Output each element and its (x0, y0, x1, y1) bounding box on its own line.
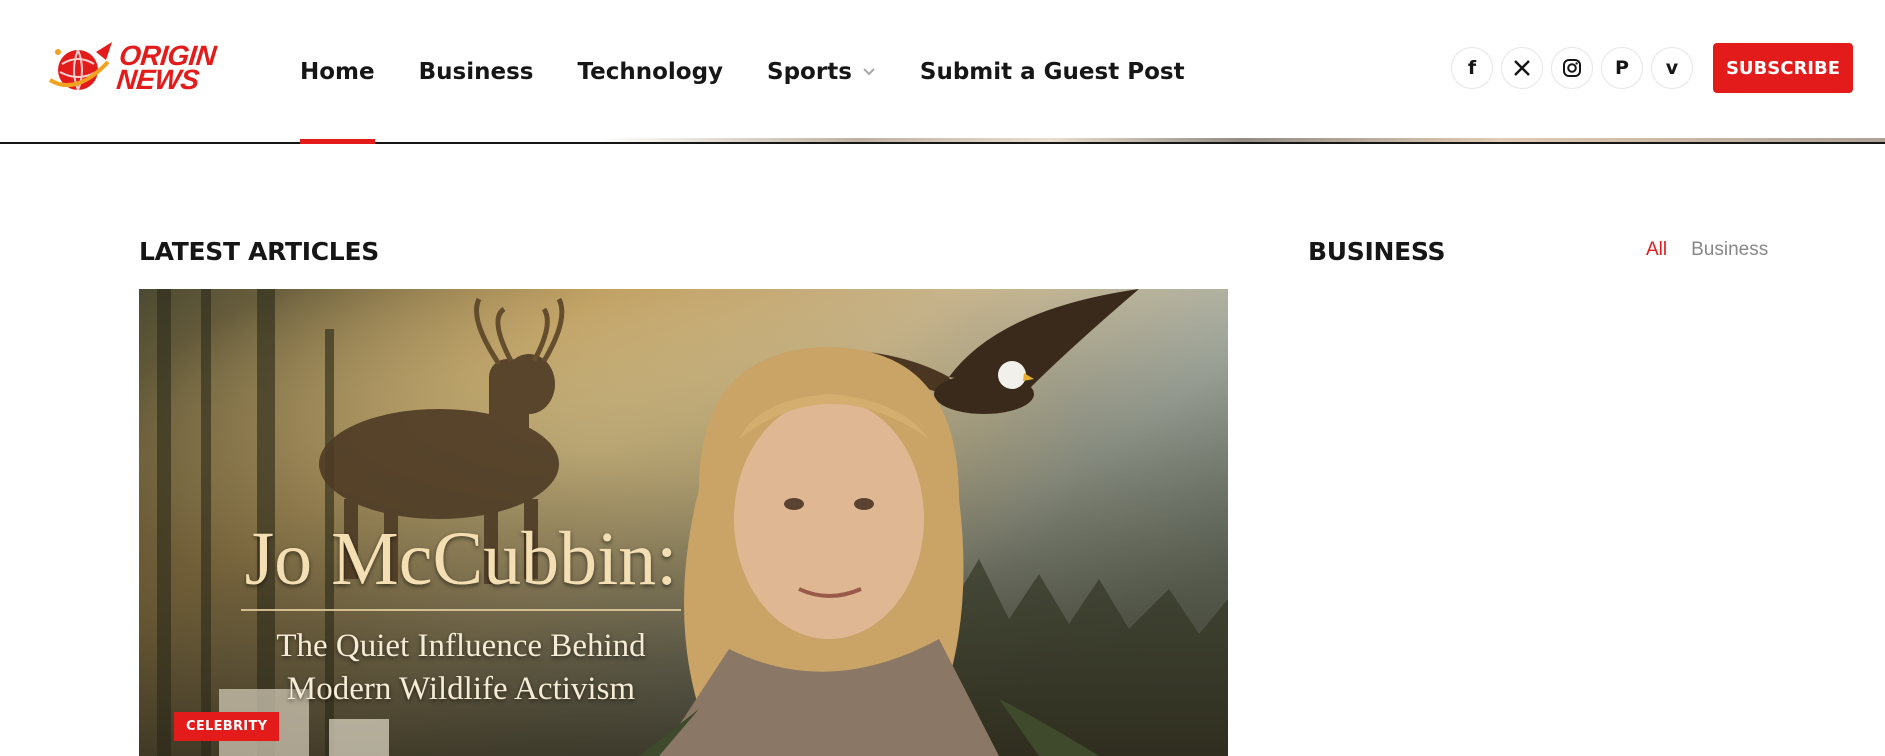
featured-article-card[interactable]: Jo McCubbin: The Quiet Influence Behind … (139, 289, 1228, 756)
latest-articles-heading: LATEST ARTICLES (139, 237, 379, 266)
nav-label: Submit a Guest Post (919, 59, 1185, 85)
main-nav: Home Business Technology Sports Submit a… (300, 0, 1229, 144)
instagram-icon[interactable] (1551, 47, 1593, 89)
pinterest-icon[interactable]: P (1601, 47, 1643, 89)
site-logo[interactable]: ORIGIN NEWS (46, 38, 226, 100)
vimeo-icon[interactable]: v (1651, 47, 1693, 89)
nav-item-submit-guest-post[interactable]: Submit a Guest Post (920, 0, 1185, 144)
site-header: ORIGIN NEWS Home Business Technology Spo… (0, 0, 1885, 144)
nav-item-business[interactable]: Business (419, 0, 534, 144)
chevron-down-icon (862, 67, 876, 77)
business-heading: BUSINESS (1308, 237, 1446, 266)
globe-rocket-icon (48, 42, 112, 91)
nav-item-home[interactable]: Home (300, 0, 375, 144)
x-icon[interactable] (1501, 47, 1543, 89)
headline-title: Jo McCubbin: (244, 517, 678, 601)
nav-item-technology[interactable]: Technology (577, 0, 723, 144)
logo-wordmark: ORIGIN NEWS (115, 40, 218, 95)
social-links: f P v (1451, 47, 1701, 89)
headline-divider (241, 609, 681, 611)
facebook-icon[interactable]: f (1451, 47, 1493, 89)
featured-article-headline: Jo McCubbin: The Quiet Influence Behind … (221, 515, 701, 711)
headline-subtitle-line-1: The Quiet Influence Behind (276, 628, 646, 664)
category-badge[interactable]: CELEBRITY (174, 712, 280, 741)
filter-tab-all[interactable]: All (1646, 239, 1667, 261)
headline-subtitle-line-2: Modern Wildlife Activism (286, 671, 636, 707)
subscribe-button[interactable]: SUBSCRIBE (1713, 43, 1853, 93)
nav-label: Technology (577, 59, 724, 85)
nav-label: Business (418, 59, 534, 85)
business-filter-tabs: All Business (1646, 239, 1792, 261)
filter-tab-business[interactable]: Business (1691, 239, 1768, 261)
nav-label: Sports (767, 59, 852, 85)
nav-item-sports[interactable]: Sports (767, 0, 876, 144)
nav-label: Home (300, 59, 375, 85)
